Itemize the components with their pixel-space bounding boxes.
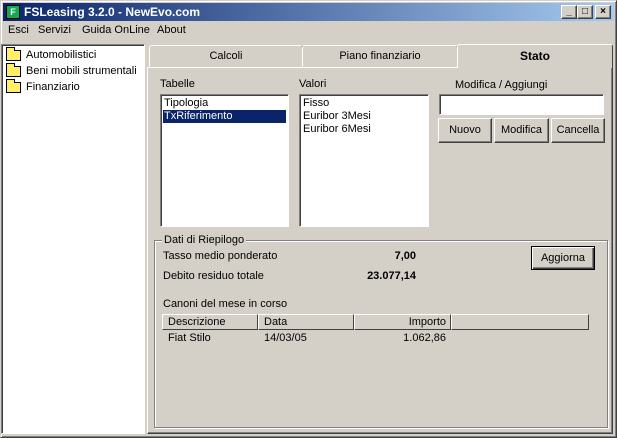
modifica-aggiungi-label: Modifica / Aggiungi bbox=[455, 79, 548, 91]
folder-icon bbox=[6, 79, 21, 93]
stato-panel: Tabelle Tipologia TxRiferimento Valori F… bbox=[147, 67, 613, 434]
window-title: FSLeasing 3.2.0 - NewEvo.com bbox=[24, 5, 201, 19]
row-descrizione: Fiat Stilo bbox=[168, 332, 211, 344]
column-header-descrizione[interactable]: Descrizione bbox=[162, 314, 258, 330]
tab-calcoli[interactable]: Calcoli bbox=[149, 45, 303, 67]
tabelle-listbox[interactable]: Tipologia TxRiferimento bbox=[160, 94, 289, 227]
nuovo-button[interactable]: Nuovo bbox=[438, 118, 492, 143]
column-header-filler bbox=[451, 314, 589, 330]
maximize-button[interactable]: □ bbox=[577, 5, 593, 19]
tabelle-label: Tabelle bbox=[160, 78, 195, 90]
row-data: 14/03/05 bbox=[264, 332, 307, 344]
table-row[interactable]: Fiat Stilo 14/03/05 1.062,86 bbox=[162, 331, 589, 345]
column-header-importo[interactable]: Importo bbox=[354, 314, 451, 330]
list-item[interactable]: Euribor 6Mesi bbox=[302, 123, 426, 136]
category-tree[interactable]: Automobilistici Beni mobili strumentali … bbox=[1, 44, 145, 434]
title-bar[interactable]: F FSLeasing 3.2.0 - NewEvo.com _ □ × bbox=[3, 3, 614, 21]
tasso-value: 7,00 bbox=[394, 250, 416, 262]
tab-stato[interactable]: Stato bbox=[457, 44, 613, 68]
menu-esci[interactable]: Esci bbox=[8, 24, 29, 36]
folder-icon bbox=[6, 63, 21, 77]
list-item[interactable]: Tipologia bbox=[163, 97, 286, 110]
column-header-data[interactable]: Data bbox=[258, 314, 354, 330]
canoni-label: Canoni del mese in corso bbox=[163, 298, 288, 310]
riepilogo-title: Dati di Riepilogo bbox=[162, 234, 247, 246]
app-icon[interactable]: F bbox=[6, 5, 20, 19]
list-item-selected[interactable]: TxRiferimento bbox=[163, 110, 286, 123]
row-importo: 1.062,86 bbox=[403, 332, 446, 344]
tab-piano-finanziario[interactable]: Piano finanziario bbox=[302, 45, 458, 67]
folder-icon bbox=[6, 47, 21, 61]
canoni-table[interactable]: Descrizione Data Importo Fiat Stilo 14/0… bbox=[162, 314, 589, 414]
tasso-label: Tasso medio ponderato bbox=[163, 250, 278, 262]
list-item[interactable]: Euribor 3Mesi bbox=[302, 110, 426, 123]
aggiorna-button[interactable]: Aggiorna bbox=[531, 246, 595, 270]
cancella-button[interactable]: Cancella bbox=[551, 118, 605, 143]
modifica-button[interactable]: Modifica bbox=[494, 118, 549, 143]
minimize-button[interactable]: _ bbox=[561, 5, 577, 19]
close-button[interactable]: × bbox=[595, 5, 611, 19]
debito-value: 23.077,14 bbox=[367, 270, 416, 282]
menu-bar: Esci Servizi Guida OnLine About bbox=[3, 22, 614, 40]
menu-about[interactable]: About bbox=[157, 24, 186, 36]
menu-servizi[interactable]: Servizi bbox=[38, 24, 71, 36]
valori-listbox[interactable]: Fisso Euribor 3Mesi Euribor 6Mesi bbox=[299, 94, 429, 227]
debito-label: Debito residuo totale bbox=[163, 270, 264, 282]
modifica-aggiungi-input[interactable] bbox=[439, 94, 604, 115]
list-item[interactable]: Fisso bbox=[302, 97, 426, 110]
menu-guida-online[interactable]: Guida OnLine bbox=[82, 24, 150, 36]
valori-label: Valori bbox=[299, 78, 327, 90]
